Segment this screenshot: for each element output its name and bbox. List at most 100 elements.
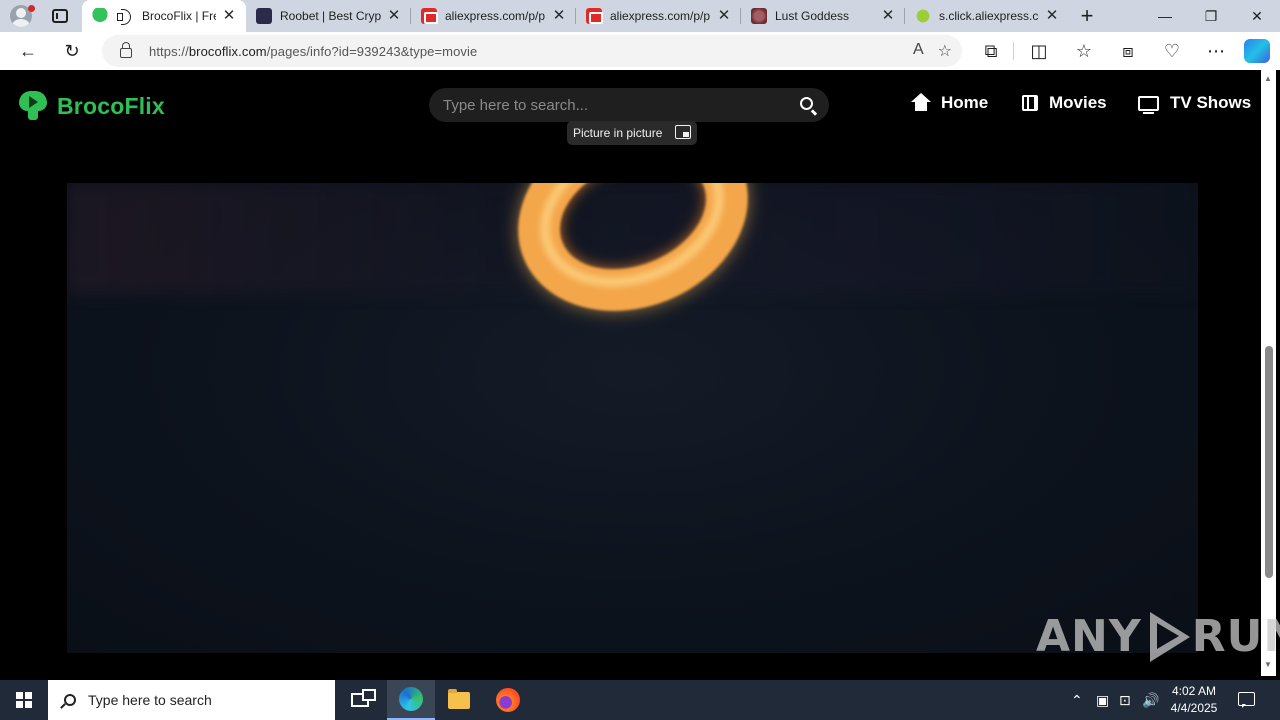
lock-icon[interactable] [120,42,132,58]
nav-home[interactable]: Home [911,93,989,113]
settings-more-icon[interactable]: ⋯ [1202,38,1230,64]
restore-button[interactable]: ❐ [1188,0,1234,32]
copilot-icon[interactable] [1244,39,1270,63]
click-favicon-icon [915,8,931,24]
tab-roobet[interactable]: Roobet | Best Cryp ✕ [246,0,411,32]
nav-home-label: Home [941,93,989,112]
tab-title: BrocoFlix | Fre [142,9,216,23]
taskbar-firefox[interactable] [484,680,532,720]
show-hidden-icons[interactable]: ⌃ [1071,680,1083,720]
tab-title: Lust Goddess [775,9,850,23]
url-prefix: https:// [149,43,189,59]
watermark-play-icon [1146,610,1190,662]
tab-strip: BrocoFlix | Fre ✕ Roobet | Best Cryp ✕ a… [0,0,1280,32]
profile-notification-dot [28,5,35,12]
tab-title: aliexpress.com/p/p [610,9,711,23]
video-frame[interactable] [67,183,1198,653]
nav-tv-shows[interactable]: TV Shows [1138,93,1252,114]
tv-icon [1138,95,1159,114]
anyrun-watermark: ANY RUN [1036,610,1280,662]
clock-date: 4/4/2025 [1170,701,1218,715]
nav-tv-shows-label: TV Shows [1170,93,1252,112]
browser-essentials-icon[interactable]: ♡ [1158,38,1186,64]
refresh-button-icon[interactable]: ↻ [58,38,86,64]
site-search-box [429,88,829,122]
pip-label: Picture in picture [573,126,663,140]
brocoli-logo-icon [18,90,48,122]
chevron-up-icon: ⌃ [1071,691,1083,708]
tab-s-click-aliexpress[interactable]: s.click.aliexpress.co ✕ [905,0,1069,32]
new-tab-button[interactable]: + [1069,0,1105,32]
watermark-right: RUN [1191,610,1280,662]
search-icon[interactable] [800,97,813,110]
aliexpress-favicon-icon [421,8,438,24]
windows-logo-icon [16,692,32,708]
audio-playing-icon[interactable] [116,8,134,25]
page-scrollbar[interactable]: ▲ ▼ [1261,70,1276,676]
brocoflix-favicon-icon [92,8,108,24]
home-icon [911,93,931,111]
close-tab-icon[interactable]: ✕ [222,8,236,23]
volume-icon[interactable]: 🔊 [1142,680,1159,720]
folder-icon [448,688,470,709]
search-input[interactable] [443,94,783,116]
roobet-favicon-icon [256,8,272,24]
page-viewport: BrocoFlix Home Movies TV Shows Picture i… [4,70,1260,676]
nav-movies-label: Movies [1049,93,1107,112]
picture-in-picture-button[interactable]: Picture in picture [567,121,697,145]
tab-title: s.click.aliexpress.co [939,9,1039,23]
read-aloud-icon[interactable]: A [913,41,924,61]
player-bottom-bar [67,653,1198,676]
start-button[interactable] [0,680,48,720]
film-icon [1022,95,1038,111]
browser-toolbar: ← ↻ https://brocoflix.com/pages/info?id=… [0,32,1280,70]
tab-aliexpress-2[interactable]: aliexpress.com/p/p ✕ [576,0,741,32]
tab-title: Roobet | Best Cryp [280,9,381,23]
favorites-icon[interactable]: ☆ [1070,38,1098,64]
taskbar-search-placeholder: Type here to search [88,692,212,708]
task-view-button[interactable] [336,680,384,720]
tab-actions-icon[interactable] [52,9,68,23]
close-tab-icon[interactable]: ✕ [1045,8,1059,23]
back-button-icon[interactable]: ← [14,38,42,64]
site-logo[interactable]: BrocoFlix [18,90,165,122]
network-icon[interactable]: ⊡ [1119,680,1131,720]
close-tab-icon[interactable]: ✕ [881,8,895,23]
task-view-icon [351,689,376,707]
notifications-icon[interactable] [1238,692,1255,708]
firefox-icon [496,688,520,712]
scroll-thumb[interactable] [1265,346,1273,578]
toolbar-separator [1013,42,1014,60]
scroll-up-icon[interactable]: ▲ [1264,74,1272,83]
taskbar-clock[interactable]: 4:02 AM 4/4/2025 [1163,683,1225,717]
favorite-star-icon[interactable]: ☆ [938,41,952,61]
aliexpress-favicon-icon [586,8,603,24]
clock-time: 4:02 AM [1171,684,1217,698]
close-tab-icon[interactable]: ✕ [552,8,566,23]
url-path: /pages/info?id=939243&type=movie [266,43,478,59]
close-window-button[interactable]: ✕ [1234,0,1280,32]
windows-taskbar: Type here to search ⌃ ▣ ⊡ 🔊 4:02 AM 4/4/… [0,680,1280,720]
nav-movies[interactable]: Movies [1022,93,1107,113]
taskbar-edge[interactable] [387,680,435,720]
url-host: brocoflix.com [188,43,267,59]
collections-icon[interactable]: ⧈ [1114,38,1142,64]
tab-title: aliexpress.com/p/p [445,9,546,23]
close-tab-icon[interactable]: ✕ [387,8,401,23]
tab-aliexpress-1[interactable]: aliexpress.com/p/p ✕ [411,0,576,32]
url-text[interactable]: https://brocoflix.com/pages/info?id=9392… [149,44,477,59]
taskbar-file-explorer[interactable] [435,680,483,720]
device-icon[interactable]: ▣ [1096,680,1109,720]
close-tab-icon[interactable]: ✕ [717,8,731,23]
split-screen-icon[interactable]: ◫ [1025,38,1053,64]
taskbar-search-box[interactable]: Type here to search [48,680,335,720]
address-bar[interactable]: https://brocoflix.com/pages/info?id=9392… [102,35,962,67]
lust-goddess-favicon-icon [751,8,767,24]
picture-in-picture-icon [675,125,691,139]
watermark-left: ANY [1036,610,1142,662]
minimize-button[interactable]: — [1142,0,1188,32]
extensions-icon[interactable]: ⧉ [977,38,1005,64]
tab-brocoflix[interactable]: BrocoFlix | Fre ✕ [82,0,246,32]
tab-lust-goddess[interactable]: Lust Goddess ✕ [741,0,905,32]
edge-icon [399,687,423,711]
